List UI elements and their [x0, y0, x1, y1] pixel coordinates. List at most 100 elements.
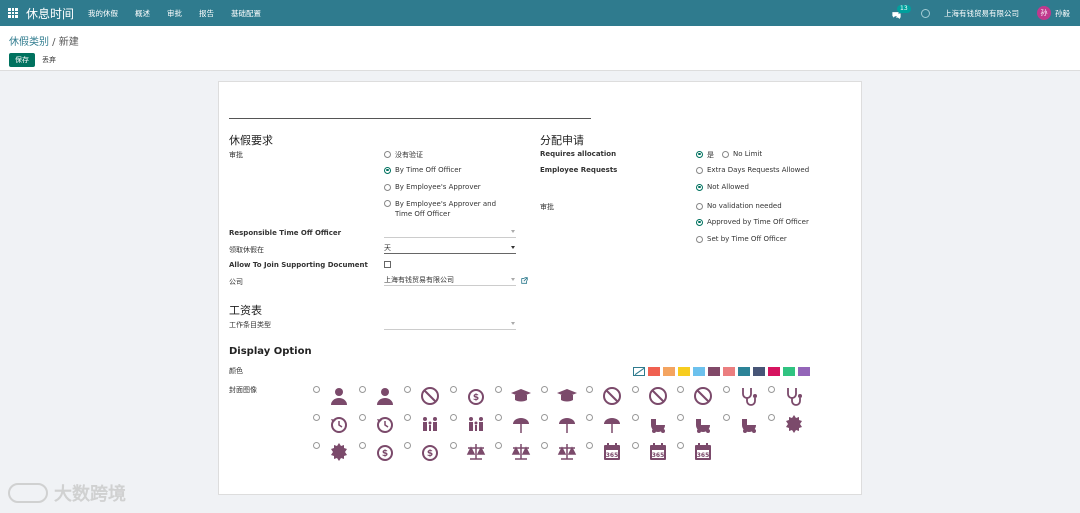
external-link-icon[interactable] — [521, 277, 528, 284]
radio-dot[interactable] — [540, 386, 548, 393]
cover-image-option[interactable] — [586, 384, 632, 410]
discard-button[interactable]: 丢弃 — [42, 53, 56, 67]
color-swatch[interactable] — [798, 367, 810, 376]
company-select[interactable]: 上海有钱贸易有限公司 — [384, 275, 516, 286]
radio-dot[interactable] — [449, 386, 457, 393]
employee-requests-extra[interactable]: Extra Days Requests Allowed — [696, 166, 809, 174]
color-swatch[interactable] — [738, 367, 750, 376]
cover-image-option[interactable] — [449, 412, 496, 438]
cover-image-option[interactable] — [495, 440, 541, 466]
cover-image-option[interactable] — [722, 412, 769, 438]
cover-image-option[interactable]: $ — [358, 440, 405, 466]
activity-clock-icon[interactable] — [921, 8, 930, 18]
cover-image-option[interactable] — [313, 412, 359, 438]
radio-dot[interactable] — [586, 386, 593, 393]
cover-image-option[interactable] — [677, 384, 723, 410]
radio-dot[interactable] — [358, 442, 366, 449]
color-swatch[interactable] — [663, 367, 675, 376]
cover-image-option[interactable]: $ — [449, 384, 496, 410]
menu-reporting[interactable]: 报告 — [199, 8, 214, 19]
cover-image-option[interactable]: 365 — [631, 440, 678, 466]
radio-dot[interactable] — [495, 386, 502, 393]
radio-dot[interactable] — [404, 386, 411, 393]
radio-dot[interactable] — [696, 202, 703, 210]
allocation-approval-set[interactable]: Set by Time Off Officer — [696, 235, 787, 243]
cover-image-option[interactable] — [495, 384, 541, 410]
cover-image-option[interactable] — [358, 384, 405, 410]
radio-dot[interactable] — [540, 442, 548, 449]
color-swatch[interactable] — [723, 367, 735, 376]
radio-dot[interactable] — [384, 150, 391, 158]
approval-option-approver[interactable]: By Employee's Approver — [384, 183, 481, 191]
radio-dot[interactable] — [449, 442, 457, 449]
radio-dot[interactable] — [404, 442, 411, 449]
radio-dot[interactable] — [768, 414, 775, 421]
cover-image-option[interactable] — [768, 412, 814, 438]
cover-image-option[interactable] — [495, 412, 541, 438]
cover-image-option[interactable] — [540, 440, 587, 466]
radio-dot[interactable] — [358, 386, 366, 393]
cover-image-option[interactable] — [449, 440, 496, 466]
user-name[interactable]: 孙毅 — [1055, 8, 1070, 19]
radio-dot[interactable] — [768, 386, 775, 393]
radio-dot[interactable] — [722, 150, 729, 158]
cover-image-option[interactable] — [404, 384, 450, 410]
color-swatch[interactable] — [633, 367, 645, 376]
radio-dot[interactable] — [495, 414, 502, 421]
approval-option-both[interactable]: By Employee's Approver and Time Off Offi… — [384, 199, 514, 219]
employee-requests-not-allowed[interactable]: Not Allowed — [696, 183, 749, 191]
radio-dot[interactable] — [313, 442, 320, 449]
cover-image-option[interactable] — [722, 384, 769, 410]
radio-dot[interactable] — [696, 166, 703, 174]
cover-image-option[interactable] — [540, 384, 587, 410]
menu-configuration[interactable]: 基础配置 — [231, 8, 261, 19]
company-switcher[interactable]: 上海有钱贸易有限公司 — [944, 8, 1019, 19]
requires-allocation-no-limit[interactable]: No Limit — [722, 150, 762, 158]
cover-image-option[interactable] — [404, 412, 450, 438]
cover-image-option[interactable]: 365 — [586, 440, 632, 466]
radio-dot[interactable] — [384, 166, 391, 174]
radio-dot[interactable] — [313, 386, 320, 393]
radio-dot[interactable] — [384, 183, 391, 191]
menu-my-time-off[interactable]: 我的休假 — [88, 8, 118, 19]
color-swatch[interactable] — [783, 367, 795, 376]
radio-dot[interactable] — [696, 183, 703, 191]
radio-dot[interactable] — [631, 386, 639, 393]
cover-image-option[interactable] — [631, 412, 678, 438]
cover-image-option[interactable] — [313, 384, 359, 410]
radio-dot[interactable] — [404, 414, 411, 421]
radio-dot[interactable] — [696, 150, 703, 158]
approval-option-officer[interactable]: By Time Off Officer — [384, 166, 461, 174]
color-swatch[interactable] — [678, 367, 690, 376]
take-in-select[interactable]: 天 — [384, 243, 516, 254]
radio-dot[interactable] — [677, 442, 684, 449]
cover-image-option[interactable] — [540, 412, 587, 438]
radio-dot[interactable] — [722, 386, 730, 393]
name-input[interactable] — [229, 118, 591, 119]
allocation-approval-none[interactable]: No validation needed — [696, 202, 782, 210]
radio-dot[interactable] — [586, 414, 593, 421]
work-entry-select[interactable] — [384, 319, 516, 330]
radio-dot[interactable] — [449, 414, 457, 421]
radio-dot[interactable] — [722, 414, 730, 421]
radio-dot[interactable] — [696, 235, 703, 243]
radio-dot[interactable] — [696, 218, 703, 226]
save-button[interactable]: 保存 — [9, 53, 35, 67]
radio-dot[interactable] — [540, 414, 548, 421]
requires-allocation-yes[interactable]: 是 — [696, 150, 714, 160]
responsible-select[interactable] — [384, 227, 516, 238]
color-swatch[interactable] — [753, 367, 765, 376]
apps-menu-icon[interactable] — [0, 0, 26, 26]
radio-dot[interactable] — [586, 442, 593, 449]
radio-dot[interactable] — [631, 442, 639, 449]
breadcrumb-parent[interactable]: 休假类别 — [9, 37, 49, 48]
radio-dot[interactable] — [384, 199, 391, 207]
chat-icon[interactable]: 13 — [891, 5, 911, 19]
radio-dot[interactable] — [631, 414, 639, 421]
color-swatch[interactable] — [708, 367, 720, 376]
radio-dot[interactable] — [495, 442, 502, 449]
avatar[interactable]: 孙 — [1037, 6, 1051, 20]
radio-dot[interactable] — [313, 414, 320, 421]
menu-overview[interactable]: 概述 — [135, 8, 150, 19]
cover-image-option[interactable]: 365 — [677, 440, 723, 466]
